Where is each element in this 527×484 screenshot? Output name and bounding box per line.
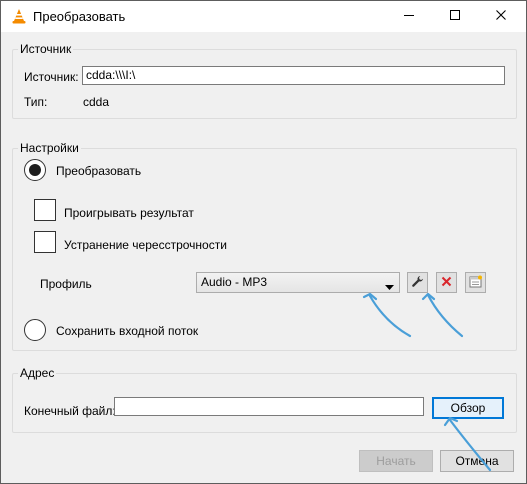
radio-selected-dot: [29, 164, 41, 176]
source-label: Источник:: [24, 70, 79, 84]
type-value: cdda: [83, 95, 110, 109]
title-bar: Преобразовать: [1, 1, 526, 32]
maximize-button[interactable]: [432, 1, 478, 32]
delete-icon: [441, 276, 452, 290]
type-label: Тип:: [24, 95, 48, 109]
new-profile-button[interactable]: [465, 272, 486, 293]
browse-button[interactable]: Обзор: [432, 397, 504, 419]
close-window-button[interactable]: [478, 1, 524, 32]
profile-dropdown[interactable]: Audio - MP3: [196, 272, 400, 293]
close-icon: [495, 9, 507, 24]
convert-dialog: Преобразовать Источник Источник: cdda:\\…: [0, 0, 527, 484]
play-result-label: Проигрывать результат: [64, 206, 194, 220]
delete-profile-button[interactable]: [436, 272, 457, 293]
convert-radio[interactable]: [24, 159, 46, 181]
dump-raw-radio[interactable]: [24, 319, 46, 341]
wrench-icon: [411, 275, 424, 291]
vlc-cone-icon: [11, 8, 27, 24]
deinterlace-label: Устранение чересстрочности: [64, 238, 227, 252]
settings-group-title: Настройки: [18, 141, 81, 155]
destination-file-input[interactable]: [114, 397, 424, 416]
convert-radio-label: Преобразовать: [56, 164, 142, 178]
destination-file-label: Конечный файл:: [24, 404, 116, 418]
start-button[interactable]: Начать: [359, 450, 433, 472]
dump-raw-label: Сохранить входной поток: [56, 324, 199, 338]
play-result-checkbox[interactable]: [34, 199, 56, 221]
chevron-down-icon: [385, 280, 394, 295]
cancel-button[interactable]: Отмена: [440, 450, 514, 472]
window-title: Преобразовать: [33, 9, 126, 24]
source-group-title: Источник: [18, 42, 74, 56]
maximize-icon: [449, 9, 461, 24]
new-profile-icon: [469, 275, 482, 291]
destination-group-title: Адрес: [18, 366, 57, 380]
minimize-icon: [403, 9, 415, 24]
edit-profile-button[interactable]: [407, 272, 428, 293]
minimize-button[interactable]: [386, 1, 432, 32]
deinterlace-checkbox[interactable]: [34, 231, 56, 253]
profile-value: Audio - MP3: [201, 275, 268, 289]
source-input[interactable]: cdda:\\\I:\: [82, 66, 505, 85]
profile-label: Профиль: [40, 277, 92, 291]
